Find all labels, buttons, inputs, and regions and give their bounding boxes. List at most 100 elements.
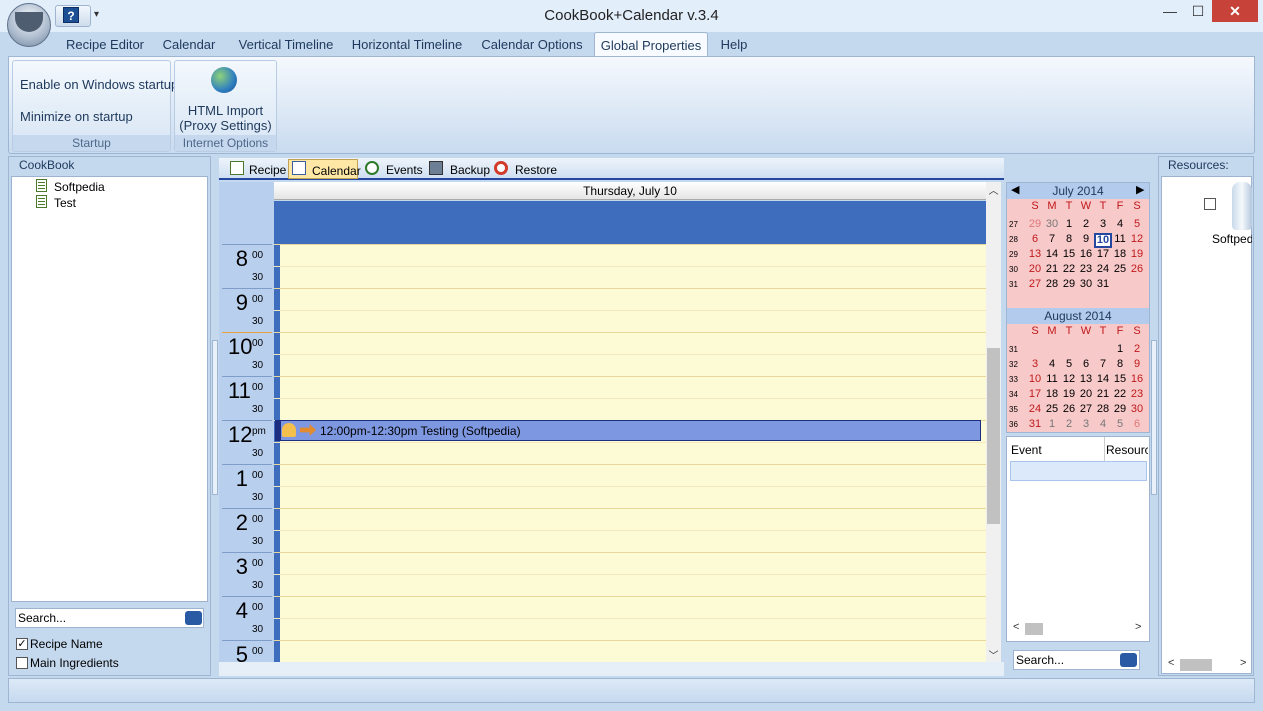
calendar-day[interactable]: 10 — [1026, 373, 1044, 385]
event-row[interactable] — [1010, 461, 1147, 481]
calendar-day[interactable]: 18 — [1043, 388, 1061, 400]
day-vertical-scrollbar[interactable]: ︿ ﹀ — [986, 182, 1001, 662]
calendar-day[interactable]: 17 — [1094, 248, 1112, 260]
calendar-day[interactable]: 2 — [1060, 418, 1078, 430]
tab-restore-view[interactable]: Restore — [515, 159, 557, 179]
tab-recipe-view[interactable]: Recipe — [249, 159, 286, 179]
calendar-day[interactable]: 13 — [1026, 248, 1044, 260]
calendar-day[interactable]: 3 — [1077, 418, 1095, 430]
calendar-day[interactable]: 30 — [1043, 218, 1061, 230]
list-hscroll[interactable]: < > — [1007, 621, 1149, 637]
calendar-day[interactable]: 30 — [1077, 278, 1095, 290]
calendar-day[interactable]: 2 — [1128, 343, 1146, 355]
help-icon[interactable]: ? — [63, 7, 79, 23]
calendar-day[interactable]: 30 — [1128, 403, 1146, 415]
calendar-day[interactable]: 13 — [1077, 373, 1095, 385]
resources-hscroll[interactable]: < > — [1162, 657, 1251, 673]
calendar-day[interactable]: 24 — [1094, 263, 1112, 275]
calendar-day[interactable]: 7 — [1043, 233, 1061, 245]
tab-events-view[interactable]: Events — [386, 159, 423, 179]
calendar-day[interactable]: 6 — [1077, 358, 1095, 370]
next-month-icon[interactable]: ▶ — [1136, 183, 1144, 196]
calendar-day[interactable]: 3 — [1094, 218, 1112, 230]
calendar-day[interactable]: 6 — [1128, 418, 1146, 430]
calendar-day[interactable]: 28 — [1094, 403, 1112, 415]
html-import-button[interactable]: HTML Import — [175, 103, 276, 118]
calendar-day[interactable]: 12 — [1128, 233, 1146, 245]
calendar-day[interactable]: 21 — [1094, 388, 1112, 400]
calendar-day[interactable]: 27 — [1026, 278, 1044, 290]
proxy-settings-label[interactable]: (Proxy Settings) — [175, 118, 276, 133]
calendar-day[interactable]: 1 — [1043, 418, 1061, 430]
calendar-day[interactable]: 26 — [1060, 403, 1078, 415]
calendar-day[interactable]: 16 — [1077, 248, 1095, 260]
collapse-right-handle[interactable] — [1151, 340, 1157, 495]
minimize-startup-button[interactable]: Minimize on startup — [20, 109, 133, 124]
calendar-day[interactable]: 27 — [1077, 403, 1095, 415]
calendar-day[interactable]: 1 — [1111, 343, 1129, 355]
calendar-day[interactable]: 18 — [1111, 248, 1129, 260]
tab-global-properties[interactable]: Global Properties — [594, 32, 708, 56]
calendar-day[interactable]: 21 — [1043, 263, 1061, 275]
event-column-header[interactable]: Event — [1011, 443, 1042, 457]
calendar-day[interactable]: 23 — [1128, 388, 1146, 400]
tab-help[interactable]: Help — [714, 32, 754, 56]
calendar-day[interactable]: 17 — [1026, 388, 1044, 400]
calendar-day[interactable]: 8 — [1111, 358, 1129, 370]
resource-checkbox[interactable] — [1204, 198, 1216, 210]
calendar-day[interactable]: 4 — [1043, 358, 1061, 370]
calendar-day[interactable]: 7 — [1094, 358, 1112, 370]
calendar-day[interactable]: 22 — [1111, 388, 1129, 400]
calendar-day[interactable]: 15 — [1060, 248, 1078, 260]
calendar-day[interactable]: 4 — [1111, 218, 1129, 230]
calendar-day[interactable]: 5 — [1128, 218, 1146, 230]
close-button[interactable]: ✕ — [1212, 0, 1258, 22]
resource-column-header[interactable]: Resource — [1106, 443, 1148, 457]
calendar-day[interactable]: 5 — [1111, 418, 1129, 430]
calendar-day[interactable]: 20 — [1077, 388, 1095, 400]
calendar-day[interactable]: 25 — [1043, 403, 1061, 415]
calendar-day[interactable]: 5 — [1060, 358, 1078, 370]
day-horizontal-scrollbar[interactable] — [219, 662, 1004, 676]
calendar-day[interactable]: 14 — [1043, 248, 1061, 260]
calendar-day[interactable]: 9 — [1128, 358, 1146, 370]
qat-dropdown-icon[interactable]: ▾ — [94, 9, 99, 20]
calendar-day[interactable]: 11 — [1043, 373, 1061, 385]
calendar-day[interactable]: 28 — [1043, 278, 1061, 290]
calendar-day[interactable]: 20 — [1026, 263, 1044, 275]
day-grid[interactable] — [274, 244, 986, 662]
calendar-day[interactable]: 10 — [1094, 233, 1112, 248]
calendar-day[interactable]: 15 — [1111, 373, 1129, 385]
calendar-day[interactable]: 19 — [1060, 388, 1078, 400]
calendar-day[interactable]: 26 — [1128, 263, 1146, 275]
tab-recipe-editor[interactable]: Recipe Editor — [58, 32, 152, 56]
recipe-name-checkbox[interactable]: ✓ — [16, 638, 28, 650]
binoculars-icon[interactable] — [1120, 653, 1137, 667]
calendar-day[interactable]: 9 — [1077, 233, 1095, 245]
calendar-day[interactable]: 6 — [1026, 233, 1044, 245]
calendar-day[interactable]: 25 — [1111, 263, 1129, 275]
enable-startup-button[interactable]: Enable on Windows startup — [20, 77, 178, 92]
tree-item-softpedia[interactable]: Softpedia — [54, 180, 105, 194]
prev-month-icon[interactable]: ◀ — [1011, 183, 1019, 196]
cookbook-search-input[interactable]: Search... — [15, 608, 204, 628]
calendar-day[interactable]: 22 — [1060, 263, 1078, 275]
calendar-day[interactable]: 2 — [1077, 218, 1095, 230]
minimize-button[interactable]: — — [1155, 0, 1185, 22]
main-ingredients-checkbox[interactable] — [16, 657, 28, 669]
calendar-day[interactable]: 23 — [1077, 263, 1095, 275]
calendar-day[interactable]: 8 — [1060, 233, 1078, 245]
calendar-day[interactable]: 4 — [1094, 418, 1112, 430]
calendar-day[interactable]: 3 — [1026, 358, 1044, 370]
calendar-day[interactable]: 1 — [1060, 218, 1078, 230]
calendar-day[interactable]: 31 — [1094, 278, 1112, 290]
calendar-day[interactable]: 29 — [1026, 218, 1044, 230]
maximize-button[interactable]: ☐ — [1183, 0, 1213, 22]
tab-horizontal-timeline[interactable]: Horizontal Timeline — [346, 32, 468, 56]
calendar-day[interactable]: 29 — [1111, 403, 1129, 415]
tab-backup-view[interactable]: Backup — [450, 159, 490, 179]
calendar-day[interactable]: 12 — [1060, 373, 1078, 385]
collapse-left-handle[interactable] — [212, 340, 218, 495]
scroll-down-icon[interactable]: ﹀ — [986, 647, 1001, 662]
tab-calendar-options[interactable]: Calendar Options — [478, 32, 586, 56]
